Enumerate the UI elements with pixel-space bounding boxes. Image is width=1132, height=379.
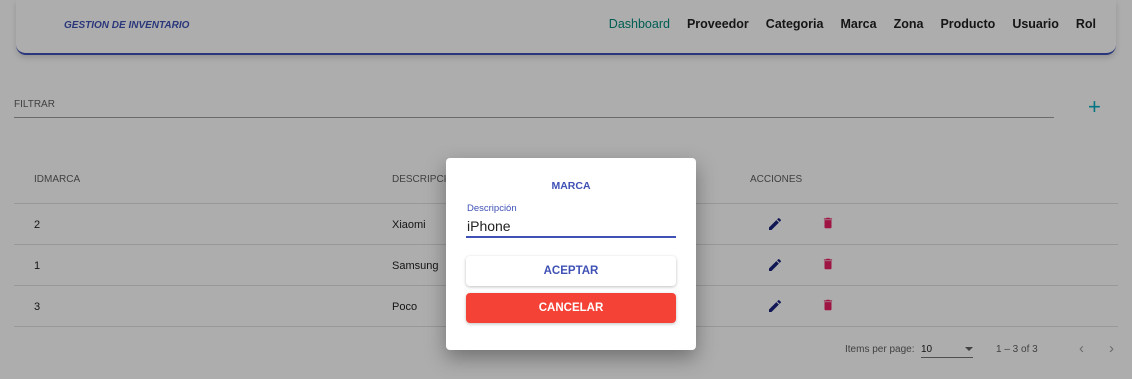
cancel-button[interactable]: CANCELAR [466,293,676,323]
marca-dialog: MARCA Descripción ACEPTAR CANCELAR [446,158,696,350]
descripcion-input[interactable] [466,216,676,238]
dialog-title: MARCA [551,180,591,192]
accept-button[interactable]: ACEPTAR [466,256,676,286]
descripcion-label: Descripción [467,203,517,214]
